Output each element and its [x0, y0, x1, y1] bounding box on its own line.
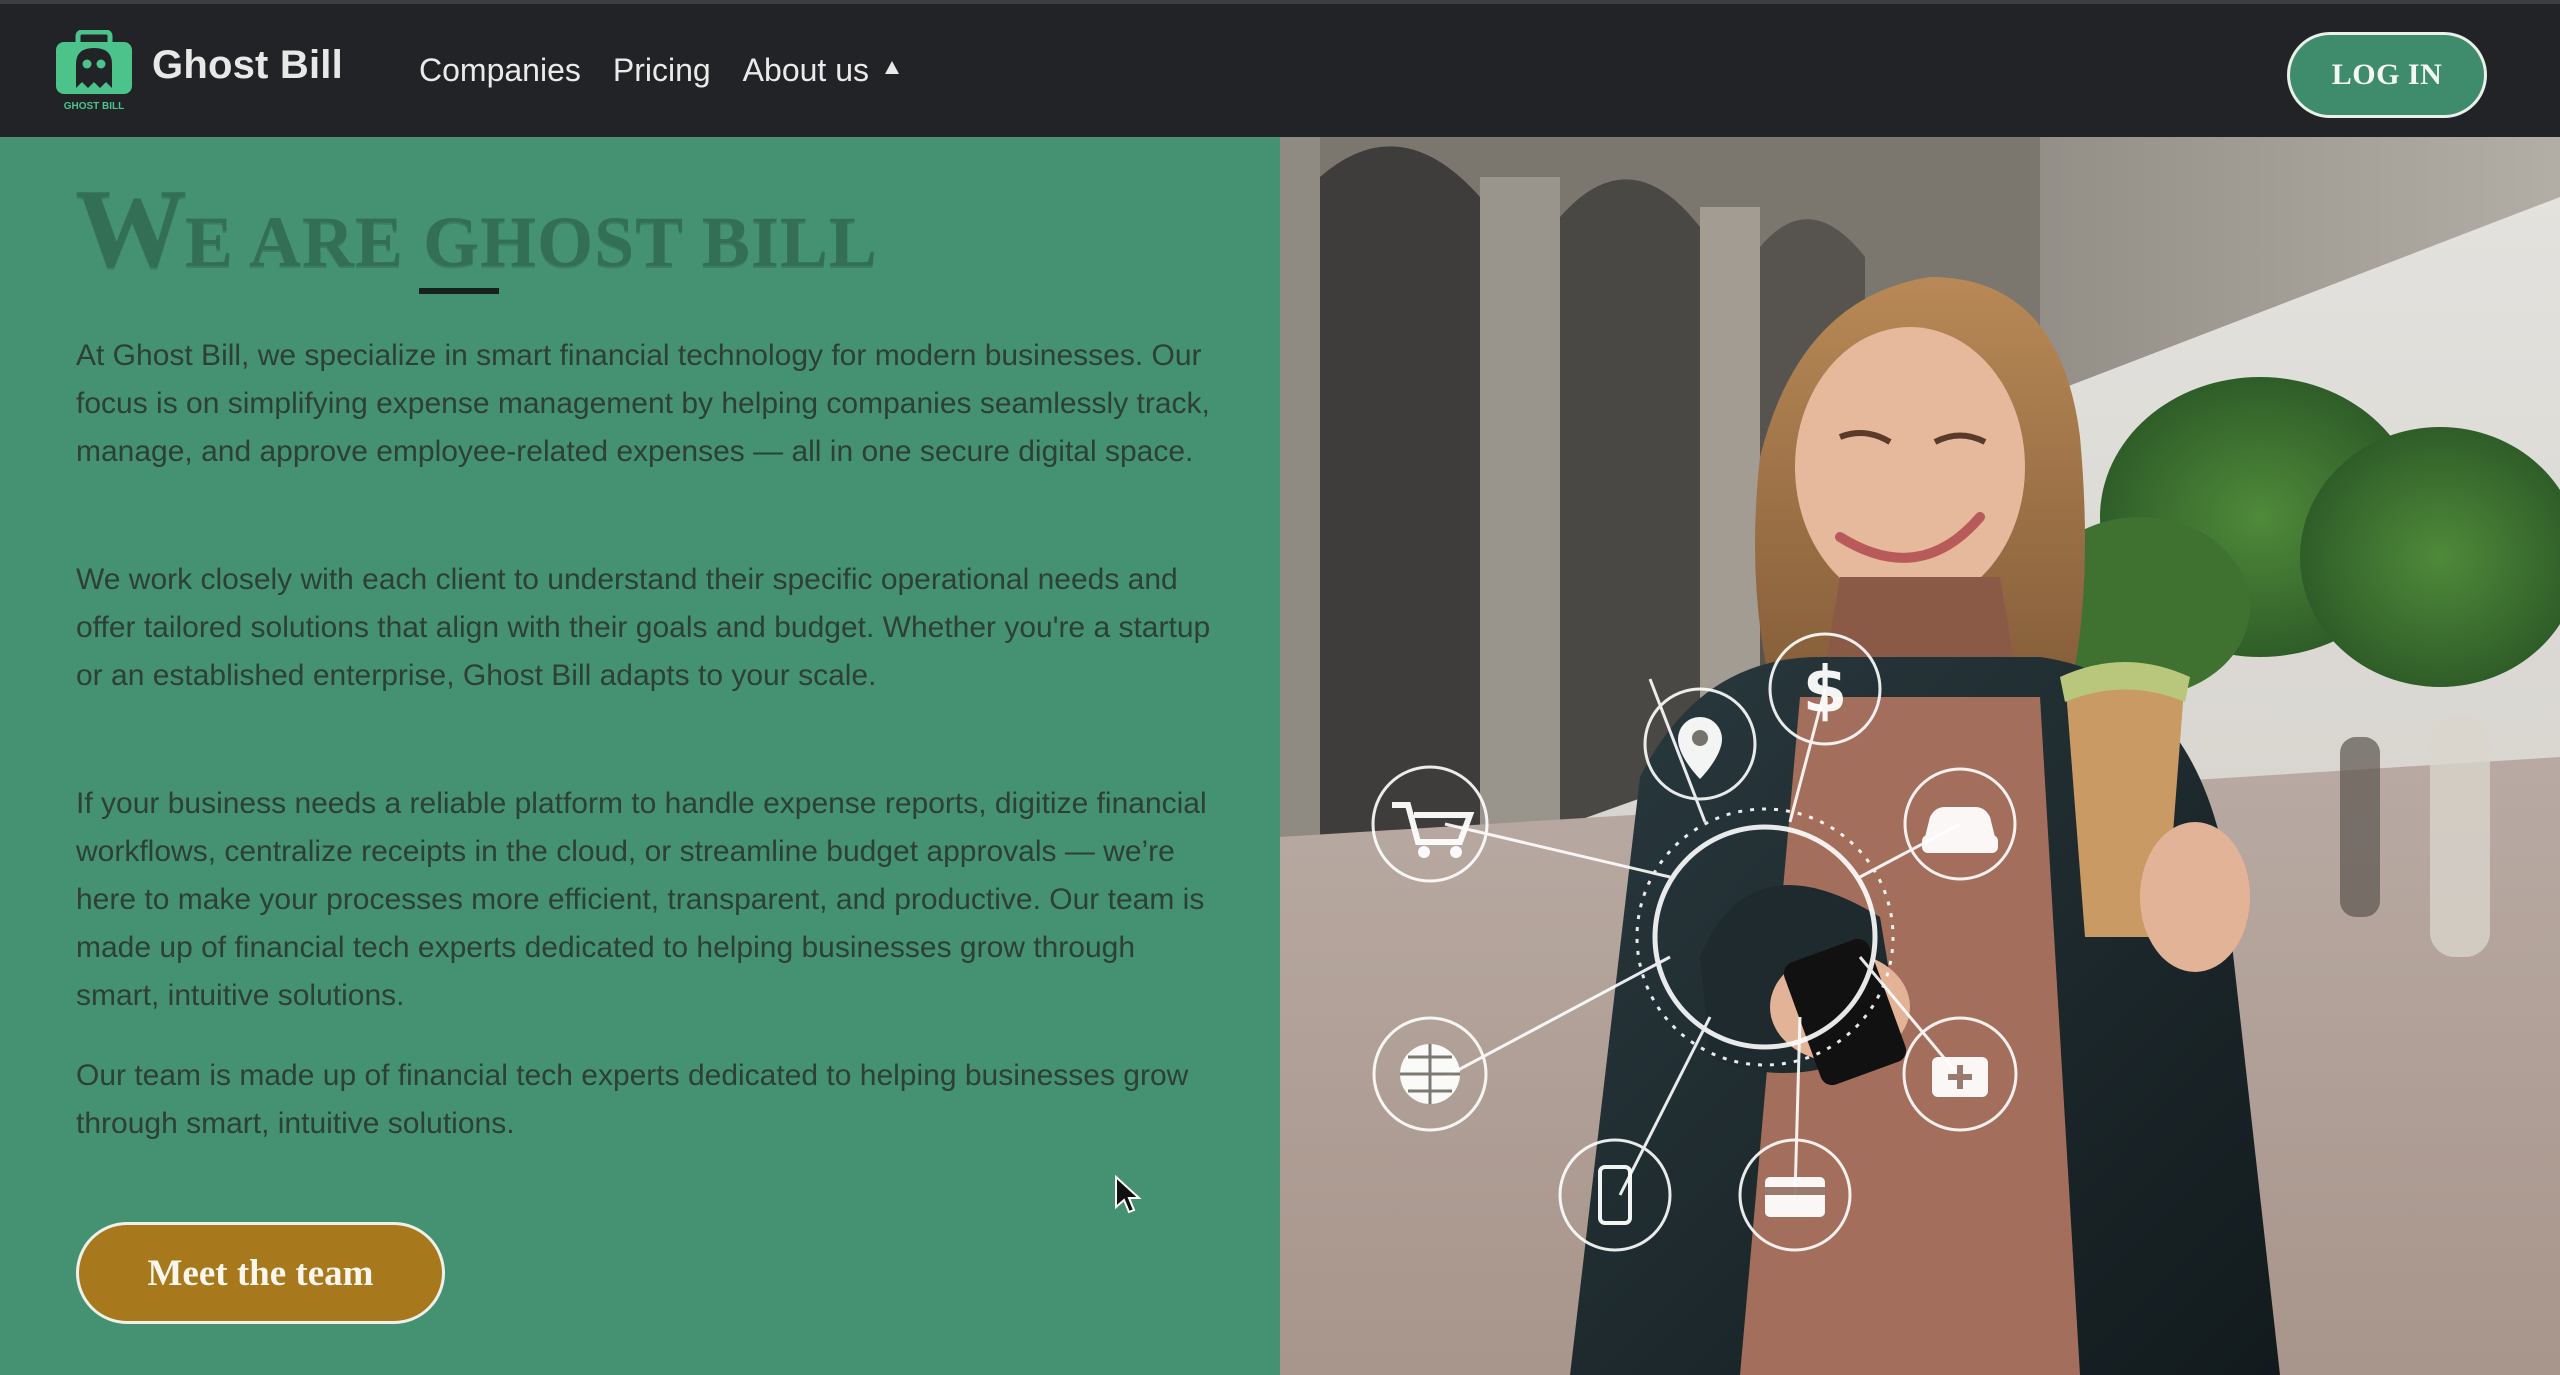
- about-paragraph-1: At Ghost Bill, we specialize in smart fi…: [76, 339, 1210, 468]
- about-section: We are ghost bill At Ghost Bill, we spec…: [0, 137, 1280, 1375]
- brand-link[interactable]: GHOST BILL Ghost Bill: [54, 30, 343, 112]
- brand-name: Ghost Bill: [152, 42, 343, 87]
- top-navbar: GHOST BILL Ghost Bill Companies Pricing …: [0, 0, 2560, 137]
- caret-up-icon: [884, 61, 899, 74]
- svg-text:$: $: [1803, 654, 1848, 728]
- mouse-cursor-icon: [1115, 1175, 1142, 1214]
- logo-text: GHOST BILL: [64, 101, 125, 112]
- nav-link-about-us-label: About us: [742, 52, 869, 88]
- meet-the-team-button[interactable]: Meet the team: [76, 1222, 445, 1324]
- about-paragraph-4: Our team is made up of financial tech ex…: [76, 1059, 1189, 1140]
- nav-link-about-us[interactable]: About us: [743, 52, 899, 89]
- heading-rest: e are ghost bill: [185, 202, 878, 282]
- heading-underline: [419, 288, 499, 294]
- heading-first-letter: W: [75, 167, 187, 291]
- ghost-briefcase-logo-icon: GHOST BILL: [54, 30, 134, 112]
- login-button[interactable]: LOG IN: [2287, 32, 2487, 118]
- page-title: We are ghost bill: [75, 173, 878, 285]
- about-paragraph-3: If your business needs a reliable platfo…: [76, 787, 1207, 1012]
- nav-link-pricing[interactable]: Pricing: [613, 52, 711, 89]
- hero-photo: $: [1280, 137, 2560, 1375]
- about-paragraph-2: We work closely with each client to unde…: [76, 563, 1211, 692]
- nav-link-companies[interactable]: Companies: [419, 52, 581, 89]
- main-nav: Companies Pricing About us: [419, 52, 931, 89]
